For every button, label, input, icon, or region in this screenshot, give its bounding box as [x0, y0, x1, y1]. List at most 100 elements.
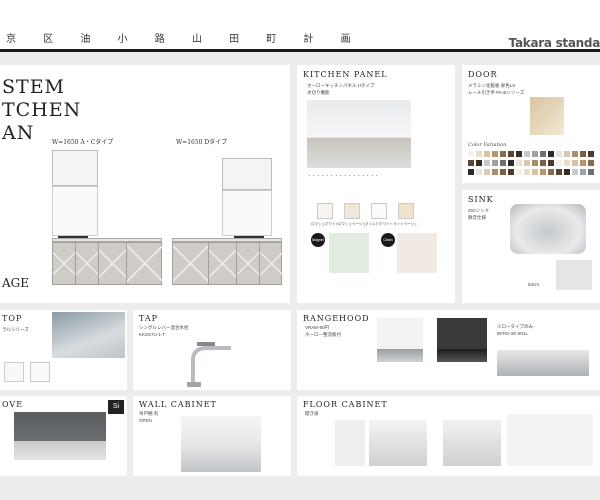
countertop-photo	[52, 312, 125, 358]
spec-line-1: 吊戸棚 有	[139, 411, 159, 416]
range-hood	[52, 150, 98, 186]
backsplash-panel	[222, 190, 272, 236]
door-color-swatch	[532, 151, 538, 157]
door-color-swatch	[492, 151, 498, 157]
magnet-photo	[329, 233, 369, 273]
color-swatch-4	[398, 203, 414, 219]
swatch-label-4: ライトベージュ	[393, 222, 418, 226]
top-swatch-1	[4, 362, 24, 382]
door-color-swatch	[580, 169, 586, 175]
door-color-swatch	[492, 169, 498, 175]
backsplash-panel	[52, 186, 98, 236]
project-title: 京 区 油 小 路 山 田 町 計 画	[6, 34, 363, 45]
color-variation-label: Color Variation	[468, 142, 507, 148]
door-color-swatch	[580, 151, 586, 157]
spec-line-4: BFRS-3G-901L	[497, 331, 529, 336]
clean-badge: Clean	[381, 233, 395, 247]
door-color-swatch	[484, 169, 490, 175]
kitchen-label-left: W=1650 A・Cタイプ	[52, 139, 114, 146]
spec-line-2: ホーロー整流板付	[305, 332, 341, 337]
door-color-swatch	[548, 160, 554, 166]
door-color-swatch	[484, 151, 490, 157]
sink-section: SINK ZIGシンク 静音仕様 53cm	[462, 190, 600, 303]
door-color-swatch	[492, 160, 498, 166]
stove-photo	[14, 412, 106, 460]
base-cabinets	[52, 242, 163, 285]
spec-line-1: VRAM-90円	[305, 325, 330, 330]
section-title: SINK	[468, 195, 494, 204]
section-title: DOOR	[468, 70, 498, 79]
door-color-swatch	[524, 151, 530, 157]
swatch-label-3: マイルドホワイト	[365, 222, 393, 226]
door-color-swatch	[516, 160, 522, 166]
section-title: KITCHEN PANEL	[303, 70, 388, 79]
door-color-swatch	[532, 169, 538, 175]
door-color-swatch	[468, 160, 474, 166]
door-color-swatch	[484, 160, 490, 166]
brand-badge: Si	[108, 400, 124, 414]
system-kitchen-plan-panel: STEM TCHEN AN W=1650 A・Cタイプ W=1650 Dタイプ	[0, 65, 290, 303]
wall-cabinet-section: WALL CABINET 吊戸棚 有 OPEN	[133, 396, 291, 476]
color-swatch-3	[371, 203, 387, 219]
door-color-swatch	[516, 169, 522, 175]
rangehood-section: RANGEHOOD VRAM-90円 ホーロー整流板付 ※ロータイプのみ BFR…	[297, 310, 600, 390]
spec-line-1: メラミン化粧板 扉色LS	[468, 83, 516, 88]
door-color-swatch	[556, 169, 562, 175]
plan-title-line-2: TCHEN	[2, 99, 82, 121]
door-color-swatch	[468, 151, 474, 157]
section-title: FLOOR CABINET	[303, 400, 388, 409]
top-swatch-2	[30, 362, 50, 382]
plan-title-line-3: AN	[2, 122, 35, 144]
spec-line-1: ホーローキッチンパネル Hタイプ	[307, 83, 375, 88]
door-color-swatch	[540, 169, 546, 175]
spec-line-1: ZIGシンク	[468, 208, 489, 213]
range-hood	[222, 158, 272, 190]
section-title: WALL CABINET	[139, 400, 217, 409]
door-color-swatch	[516, 151, 522, 157]
section-title: RANGEHOOD	[303, 314, 370, 323]
base-cabinets	[172, 242, 283, 285]
kitchen-elevation-left	[52, 150, 163, 285]
kitchen-panel-section: KITCHEN PANEL ホーローキッチンパネル Hタイプ 水切り機能 ・・・…	[297, 65, 455, 303]
spec-line-3: ※ロータイプのみ	[497, 324, 533, 329]
brand-logo-text: Takara standa	[508, 36, 600, 50]
door-color-swatch	[564, 151, 570, 157]
spec-line-1: 開き扉	[305, 411, 319, 416]
header-bar: 京 区 油 小 路 山 田 町 計 画 Takara standa	[0, 0, 600, 52]
kitchen-label-right: W=1650 Dタイプ	[176, 139, 228, 146]
door-color-swatch	[556, 151, 562, 157]
floor-cabinet-section: FLOOR CABINET 開き扉	[297, 396, 600, 476]
floor-cabinet-photo-1	[335, 420, 365, 466]
door-handle-photo	[530, 97, 564, 135]
door-color-swatch	[572, 151, 578, 157]
spec-line-1: シングルレバー混合水栓	[139, 325, 189, 330]
swatch-label-1: ロマシュホワイト	[311, 222, 339, 226]
floor-plan-sheet: 京 区 油 小 路 山 田 町 計 画 Takara standa STEM T…	[0, 0, 600, 500]
door-color-swatch	[548, 169, 554, 175]
door-color-swatch	[500, 169, 506, 175]
floor-cabinet-photo-2	[369, 420, 427, 466]
top-section: TOP ラルシリーズ	[0, 310, 127, 390]
sink-dimension: 53cm	[528, 282, 540, 287]
kitchen-photo	[307, 100, 411, 168]
door-color-swatch	[508, 151, 514, 157]
door-color-swatch	[540, 151, 546, 157]
door-color-swatch	[564, 160, 570, 166]
door-color-grid	[468, 151, 596, 179]
floor-cabinet-photo-3	[443, 420, 501, 466]
door-color-swatch	[524, 169, 530, 175]
section-title: TAP	[139, 314, 159, 323]
door-color-swatch	[524, 160, 530, 166]
door-section: DOOR メラミン化粧板 扉色LS レール引き手 PA-Bシリーズ Color …	[462, 65, 600, 183]
door-color-swatch	[532, 160, 538, 166]
door-color-swatch	[508, 160, 514, 166]
rangehood-low	[497, 350, 589, 376]
section-title: OVE	[2, 400, 24, 409]
magnet-badge: Magnet	[311, 233, 325, 247]
door-color-swatch	[588, 169, 594, 175]
stove-section: OVE Si	[0, 396, 127, 476]
door-color-swatch	[476, 151, 482, 157]
door-color-swatch	[572, 169, 578, 175]
spec-line-2: 水切り機能	[307, 90, 330, 95]
sink-photo	[510, 204, 586, 254]
